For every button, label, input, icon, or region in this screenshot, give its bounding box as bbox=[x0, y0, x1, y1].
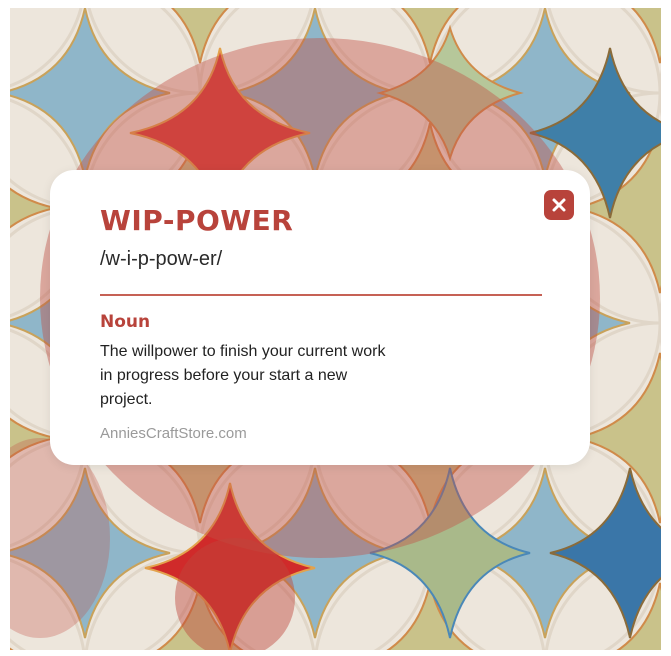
word-title: WIP-POWER bbox=[100, 204, 294, 237]
pronunciation: /w-i-p-pow-er/ bbox=[100, 248, 223, 270]
source-link[interactable]: AnniesCraftStore.com bbox=[100, 425, 247, 442]
decorative-circle-small bbox=[175, 538, 295, 650]
definition-card: WIP-POWER /w-i-p-pow-er/ Noun The willpo… bbox=[50, 170, 590, 465]
divider bbox=[100, 294, 542, 296]
close-button[interactable] bbox=[544, 190, 574, 220]
definition-text: The willpower to finish your current wor… bbox=[100, 343, 386, 408]
part-of-speech: Noun bbox=[100, 312, 151, 332]
close-icon bbox=[552, 198, 566, 212]
